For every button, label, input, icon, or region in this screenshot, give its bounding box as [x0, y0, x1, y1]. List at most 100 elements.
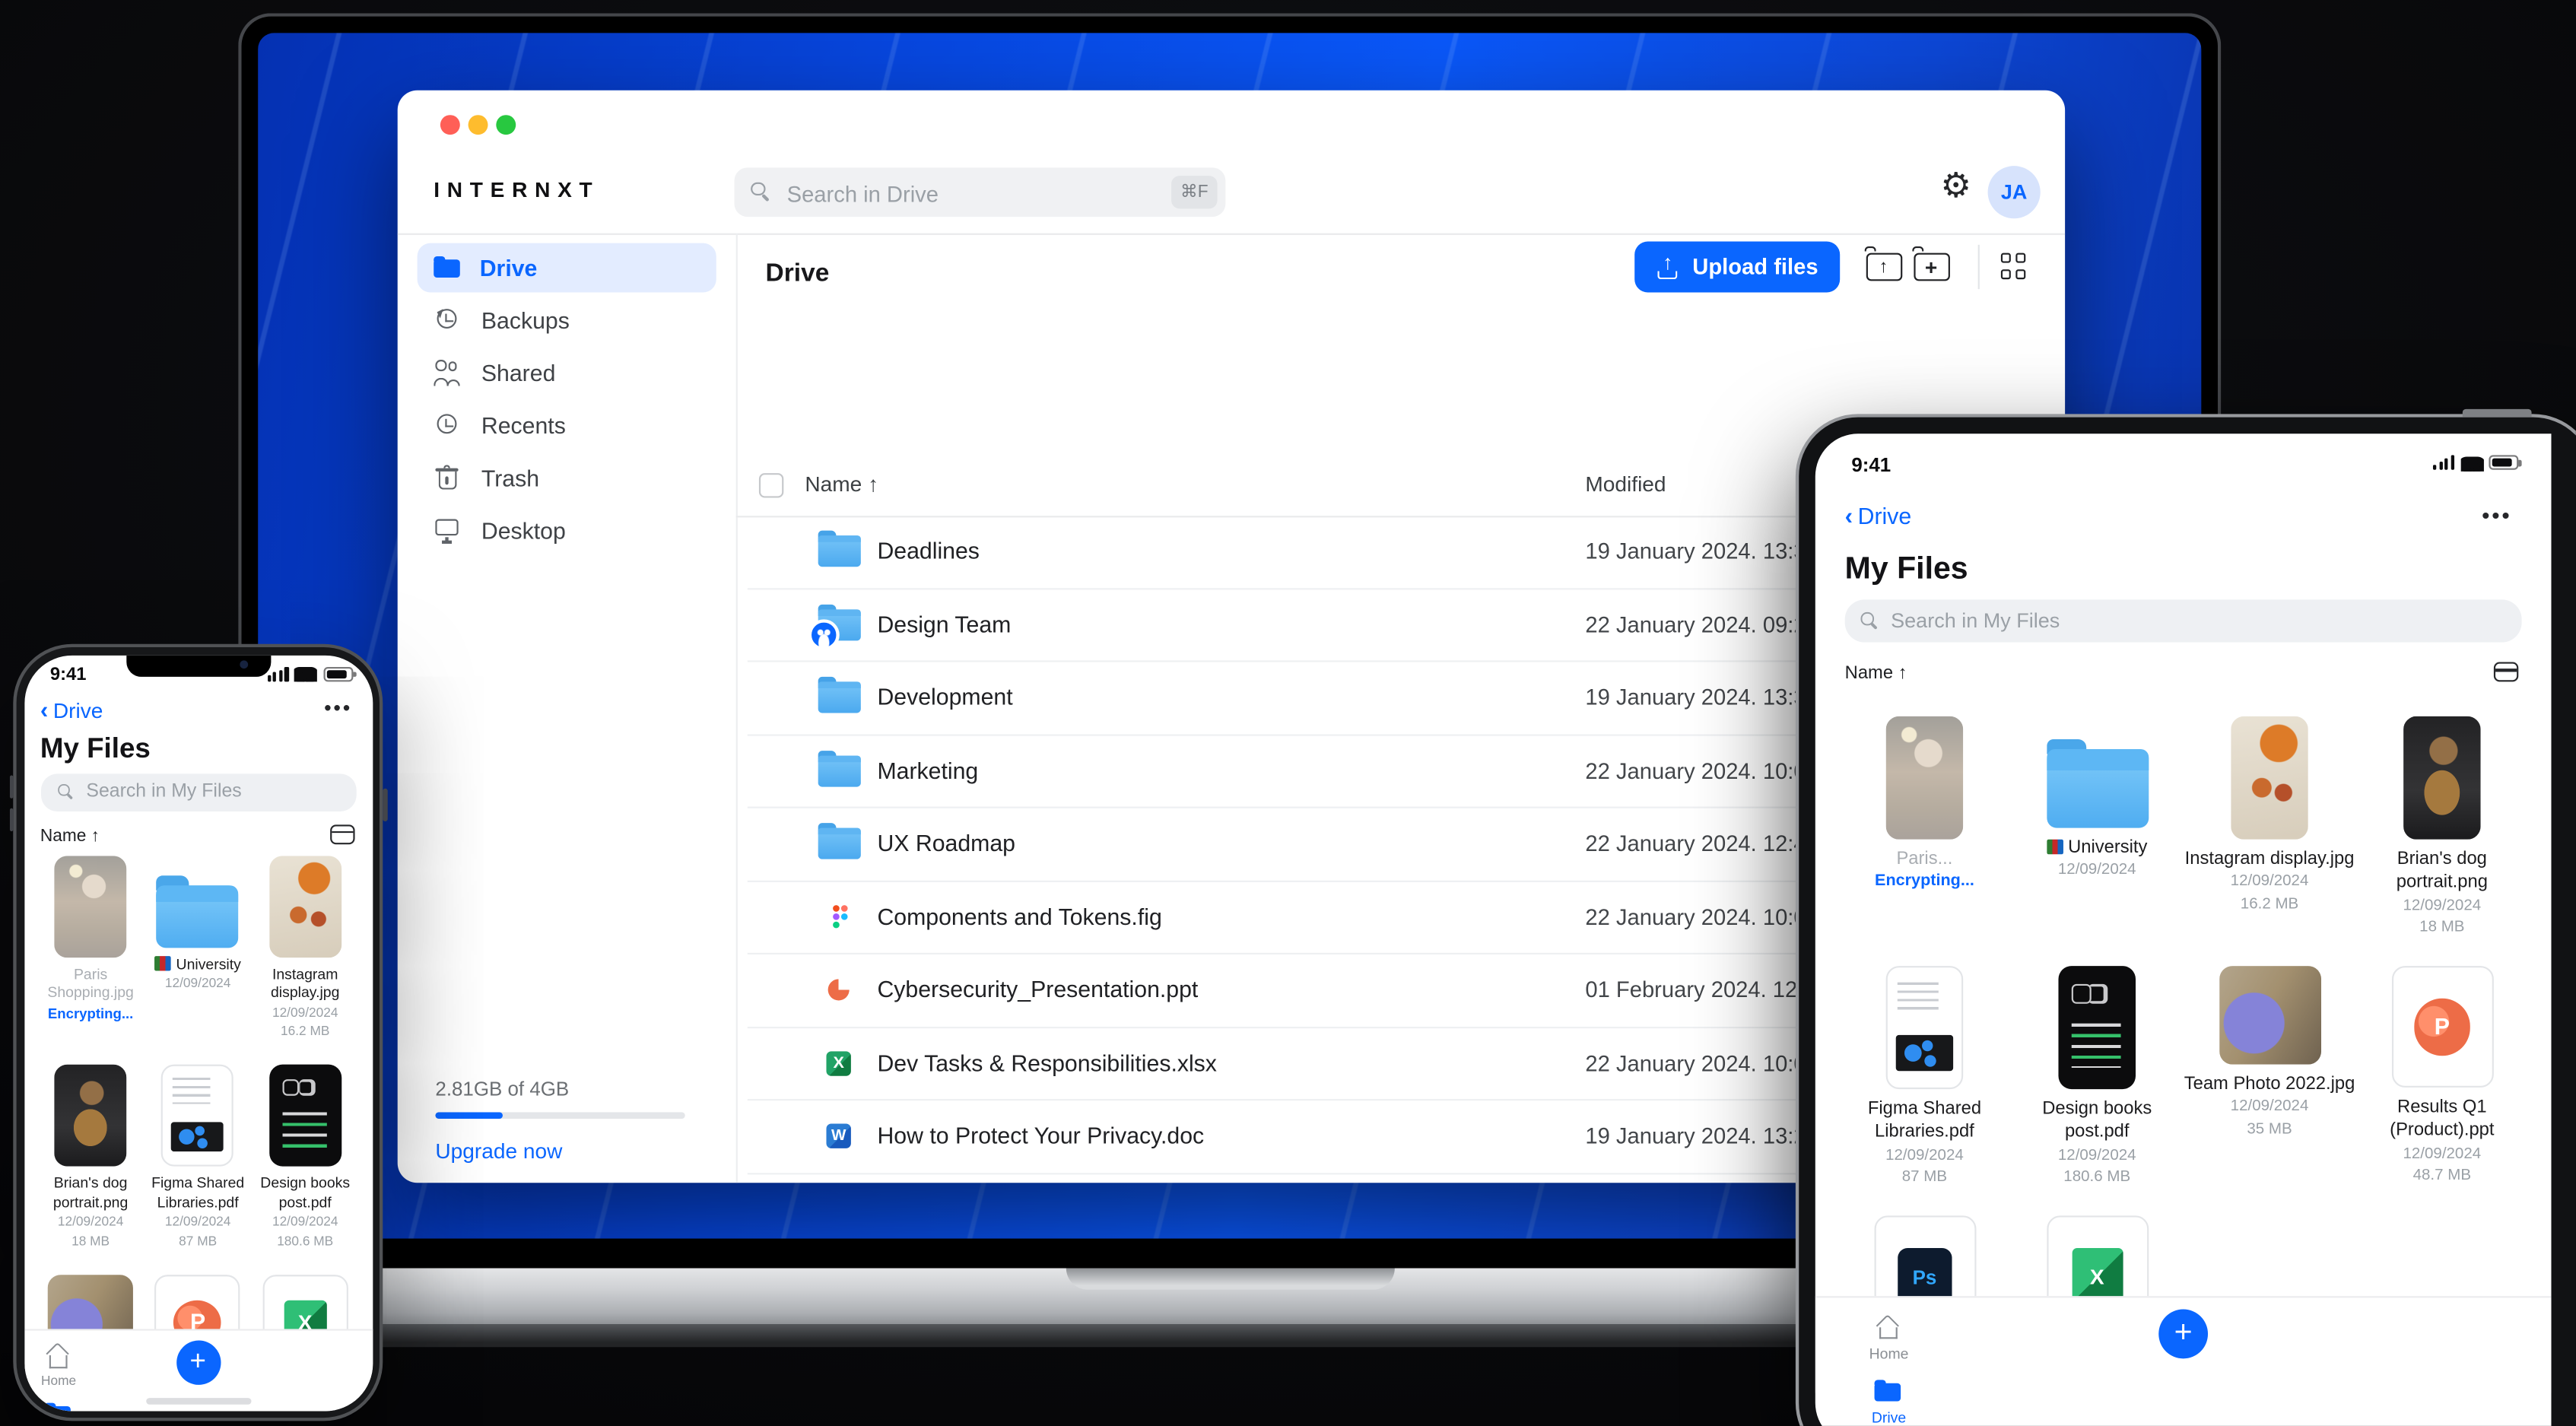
sidebar-item[interactable]: Recents	[418, 401, 716, 450]
back-button[interactable]: ‹ Drive	[1845, 503, 1912, 531]
home-indicator	[145, 1397, 251, 1404]
phone-volume-down-button	[8, 808, 14, 831]
more-options-icon[interactable]: •••	[324, 696, 352, 719]
file-name: Development	[877, 683, 1013, 710]
sidebar: Drive Backups Shared Recents Trash Deskt…	[398, 233, 738, 1183]
file-tile[interactable]: University 12/09/2024	[145, 855, 252, 1041]
search-icon	[1860, 611, 1880, 630]
drive-search-input[interactable]	[783, 167, 1136, 221]
nav-tab[interactable]: Home	[24, 1330, 94, 1387]
phone-screen: 9:41 ‹ Drive ••• My Files Search in My Fi…	[24, 654, 373, 1411]
file-thumbnail	[1885, 966, 1964, 1090]
sidebar-item[interactable]: Drive	[417, 243, 716, 293]
file-type-icon	[818, 1116, 861, 1158]
list-view-toggle-icon[interactable]	[329, 824, 354, 844]
file-name: Design Team	[877, 610, 1012, 637]
wifi-icon	[2460, 455, 2483, 471]
file-tile-name: Instagram display.jpg	[2184, 849, 2355, 869]
file-modified-date: 22 January 2024. 09:29	[1585, 611, 1818, 637]
user-avatar[interactable]: JA	[1987, 166, 2041, 219]
file-thumbnail	[268, 855, 341, 958]
file-tile-date: 12/09/2024	[2403, 896, 2482, 915]
file-name: Marketing	[877, 756, 979, 783]
sort-by-name[interactable]: Name ↑	[1845, 664, 1907, 684]
file-modified-date: 22 January 2024. 10:08	[1585, 904, 1818, 929]
laptop-lid-scoop	[1066, 1268, 1395, 1290]
file-name: Components and Tokens.fig	[877, 902, 1162, 929]
file-type-icon	[808, 603, 861, 650]
cellular-signal-icon	[267, 666, 289, 681]
file-type-icon	[818, 823, 861, 859]
tablet-search-field[interactable]: Search in My Files	[1844, 599, 2522, 643]
grid-view-button[interactable]	[1990, 242, 2041, 293]
file-tile-date: 12/09/2024	[164, 976, 231, 991]
sidebar-item[interactable]: Trash	[418, 453, 716, 503]
back-button[interactable]: ‹ Drive	[40, 697, 103, 724]
phone-search-field[interactable]: Search in My Files	[40, 773, 356, 811]
nav-tab-label: Drive	[1871, 1409, 1907, 1426]
file-tile[interactable]: Design books post.pdf 12/09/2024 180.6 M…	[252, 1064, 359, 1251]
add-file-button[interactable]: +	[2158, 1309, 2209, 1359]
file-tile-date: 12/09/2024	[2057, 860, 2136, 879]
sidebar-item-label: Recents	[481, 412, 566, 439]
file-tile[interactable]: Paris Shopping.jpg Encrypting...	[37, 855, 145, 1041]
sidebar-item-label: Backups	[481, 306, 570, 334]
tablet-page-title: My Files	[1844, 551, 1968, 587]
file-tile[interactable]: Instagram display.jpg 12/09/2024 16.2 MB	[252, 855, 359, 1041]
file-tile[interactable]: Figma Shared Libraries.pdf 12/09/2024 87…	[1838, 966, 2011, 1189]
wifi-icon	[294, 666, 317, 682]
phone-clock: 9:41	[49, 664, 87, 684]
file-tile-date: 12/09/2024	[272, 1215, 338, 1230]
column-modified[interactable]: Modified	[1585, 472, 1666, 496]
upload-folder-button[interactable]	[1858, 242, 1909, 293]
file-tile[interactable]: Team Photo 2022.jpg 12/09/2024 35 MB	[2184, 966, 2356, 1189]
file-tile-name: Paris...	[1896, 849, 1953, 869]
file-tile[interactable]: Paris... Encrypting...	[1838, 716, 2011, 940]
sort-by-name[interactable]: Name ↑	[40, 825, 100, 845]
file-modified-date: 22 January 2024. 10:08	[1585, 757, 1818, 783]
maximize-window-button[interactable]	[496, 115, 516, 135]
file-name: How to Protect Your Privacy.doc	[877, 1122, 1205, 1148]
column-name[interactable]: Name ↑	[805, 472, 878, 496]
tablet-file-grid: Paris... Encrypting... University 12/09/…	[1838, 716, 2528, 1364]
file-thumbnail	[2058, 966, 2136, 1090]
file-name: Dev Tasks & Responsibilities.xlsx	[877, 1049, 1217, 1075]
phone-nav-row: ‹ Drive •••	[24, 694, 372, 731]
file-tile[interactable]: Brian's dog portrait.png 12/09/2024 18 M…	[37, 1064, 145, 1251]
file-tile[interactable]: Figma Shared Libraries.pdf 12/09/2024 87…	[145, 1064, 252, 1251]
drive-search-bar[interactable]: ⌘F	[734, 167, 1226, 221]
file-tile[interactable]: Results Q1 (Product).ppt 12/09/2024 48.7…	[2355, 966, 2528, 1189]
more-options-icon[interactable]: •••	[2482, 503, 2511, 527]
file-tile-size: 48.7 MB	[2412, 1167, 2472, 1186]
add-file-button[interactable]: +	[176, 1339, 221, 1384]
nav-tab[interactable]: Drive	[24, 1387, 94, 1411]
file-tile-name: Results Q1 (Product).ppt	[2390, 1097, 2495, 1141]
settings-gear-icon[interactable]: ⚙	[1940, 169, 1971, 203]
file-tile[interactable]: Instagram display.jpg 12/09/2024 16.2 MB	[2184, 716, 2356, 940]
nav-tab-icon	[1874, 1378, 1904, 1402]
breadcrumb-title: Drive	[765, 259, 830, 287]
close-window-button[interactable]	[440, 115, 460, 135]
file-modified-date: 19 January 2024. 13:32	[1585, 538, 1818, 564]
nav-tab[interactable]: Drive	[1815, 1362, 1963, 1426]
upgrade-link[interactable]: Upgrade now	[435, 1139, 698, 1163]
sidebar-item[interactable]: Shared	[418, 348, 716, 398]
select-all-checkbox[interactable]	[758, 473, 784, 498]
file-tile[interactable]: Design books post.pdf 12/09/2024 180.6 M…	[2011, 966, 2184, 1189]
sidebar-item[interactable]: Backups	[418, 296, 716, 345]
minimize-window-button[interactable]	[468, 115, 488, 135]
file-thumbnail	[2231, 716, 2308, 840]
phone-device: 9:41 ‹ Drive ••• My Files Search in My Fi…	[8, 643, 387, 1421]
file-tile[interactable]: Brian's dog portrait.png 12/09/2024 18 M…	[2355, 716, 2528, 940]
sidebar-item[interactable]: Desktop	[418, 506, 716, 555]
new-folder-button[interactable]	[1906, 242, 1957, 293]
nav-tab[interactable]: Home	[1815, 1297, 1963, 1362]
file-tile-date: 12/09/2024	[1885, 1146, 1964, 1164]
sidebar-item-icon	[434, 360, 463, 386]
upload-files-button[interactable]: Upload files	[1634, 241, 1841, 293]
file-tile[interactable]: University 12/09/2024	[2011, 716, 2184, 940]
list-view-toggle-icon[interactable]	[2493, 662, 2519, 682]
chevron-left-icon: ‹	[40, 697, 49, 724]
file-tile-status: Encrypting...	[47, 1005, 134, 1022]
tablet-clock: 9:41	[1851, 453, 1892, 477]
